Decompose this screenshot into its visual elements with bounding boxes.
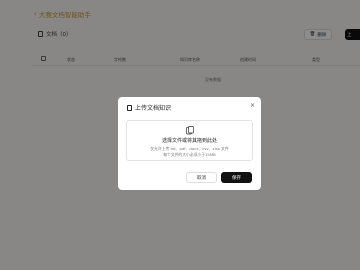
document-icon xyxy=(127,104,132,111)
dialog-title: 上传文档知识 xyxy=(127,103,171,112)
file-dropzone[interactable]: 选择文件或将其拖到此处 仅允许上传 txt、pdf、docx、csv、xlsx … xyxy=(126,120,253,161)
close-icon[interactable]: × xyxy=(250,102,255,109)
save-button[interactable]: 保存 xyxy=(221,172,252,183)
upload-dialog: 上传文档知识 × 选择文件或将其拖到此处 仅允许上传 txt、pdf、docx、… xyxy=(118,97,261,190)
upload-files-icon xyxy=(186,126,194,135)
dropzone-hint-size: 每个文件的大小必须小于15MB xyxy=(163,152,216,157)
dialog-title-label: 上传文档知识 xyxy=(135,105,172,112)
dropzone-title: 选择文件或将其拖到此处 xyxy=(161,138,217,144)
cancel-button[interactable]: 取消 xyxy=(186,172,217,183)
